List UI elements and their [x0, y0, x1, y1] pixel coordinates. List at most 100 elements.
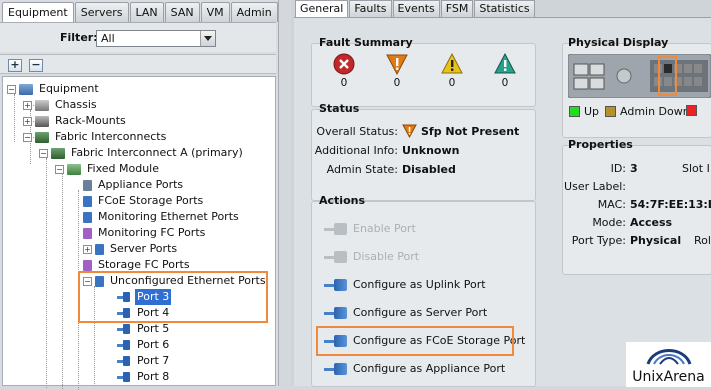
port-icon	[117, 356, 131, 366]
physical-display-title: Physical Display	[568, 36, 669, 49]
port-icon	[324, 362, 350, 375]
tree-node-server-ports[interactable]: + Server Ports	[83, 241, 179, 257]
tree-node-fcoe-storage-ports[interactable]: FCoE Storage Ports	[83, 193, 205, 209]
logo-swirl-icon	[646, 349, 692, 365]
configure-uplink-port-button[interactable]: Configure as Uplink Port	[324, 278, 486, 291]
minor-fault-icon	[441, 53, 463, 74]
expand-toggle-icon[interactable]: +	[23, 100, 32, 110]
tab-servers[interactable]: Servers	[74, 2, 129, 22]
port-group-icon	[83, 259, 92, 271]
tab-general[interactable]: General	[295, 0, 349, 17]
expand-toggle-icon[interactable]: +	[23, 116, 32, 126]
filter-label: Filter:	[60, 31, 98, 44]
mac-label: MAC:	[597, 198, 626, 211]
legend-admin-down: Admin Down	[605, 105, 690, 118]
tree-node-fixed-module[interactable]: − Fixed Module	[55, 161, 161, 177]
tab-admin[interactable]: Admin	[230, 2, 278, 22]
collapse-toggle-icon[interactable]: −	[39, 148, 48, 158]
id-label: ID:	[610, 162, 626, 175]
chevron-down-icon[interactable]	[200, 31, 215, 46]
module-icon	[67, 163, 81, 175]
port-group-icon	[83, 179, 92, 191]
port-icon	[324, 222, 350, 235]
collapse-toggle-icon[interactable]: −	[23, 132, 32, 142]
port-type-value: Physical	[630, 234, 682, 247]
tree-node-port-8[interactable]: Port 8	[117, 369, 171, 385]
switch-faceplate-image	[568, 54, 711, 98]
collapse-toggle-icon[interactable]: −	[7, 84, 16, 94]
enable-port-button[interactable]: Enable Port	[324, 222, 416, 235]
tree-node-port-7[interactable]: Port 7	[117, 353, 171, 369]
disable-port-button[interactable]: Disable Port	[324, 250, 419, 263]
overall-status-value: Sfp Not Present	[421, 125, 520, 138]
highlight-box	[658, 56, 677, 96]
warning-fault-icon	[494, 53, 516, 74]
mac-value: 54:7F:EE:13:EC:	[630, 198, 711, 211]
major-fault-icon	[386, 54, 408, 75]
failed-swatch	[686, 105, 697, 116]
additional-info-value: Unknown	[402, 144, 460, 157]
major-fault-icon	[402, 124, 417, 138]
tree-node-port-5[interactable]: Port 5	[117, 321, 171, 337]
unixarena-logo: UnixArena	[626, 342, 711, 387]
collapse-toggle-icon[interactable]: −	[55, 164, 64, 174]
tree-node-appliance-ports[interactable]: Appliance Ports	[83, 177, 185, 193]
mode-value: Access	[630, 216, 673, 229]
user-label-label: User Label:	[564, 180, 626, 193]
actions-title: Actions	[319, 194, 365, 207]
tab-vm[interactable]: VM	[200, 2, 230, 22]
filter-select[interactable]: All	[96, 30, 216, 47]
expand-toggle-icon[interactable]: +	[83, 244, 92, 254]
port-icon	[117, 324, 131, 334]
port-group-icon	[83, 227, 92, 239]
port-group-icon	[83, 195, 92, 207]
tree-node-monitoring-ethernet-ports[interactable]: Monitoring Ethernet Ports	[83, 209, 241, 225]
highlight-box	[316, 326, 514, 356]
tree-node-chassis[interactable]: + Chassis	[23, 97, 99, 113]
mode-label: Mode:	[592, 216, 626, 229]
configure-appliance-port-button[interactable]: Configure as Appliance Port	[324, 362, 505, 375]
port-group-icon	[95, 243, 104, 255]
tab-equipment[interactable]: Equipment	[2, 2, 74, 22]
fabric-interconnect-icon	[51, 147, 65, 159]
port-group-icon	[83, 211, 92, 223]
general-tab-content: Fault Summary 0 0 0 0 Status Overall Sta…	[294, 17, 711, 387]
configure-server-port-button[interactable]: Configure as Server Port	[324, 306, 487, 319]
critical-fault-count: 0	[340, 77, 348, 89]
collapse-all-button[interactable]: −	[29, 59, 43, 72]
major-fault-count: 0	[393, 77, 401, 89]
expand-all-button[interactable]: +	[8, 59, 22, 72]
tab-statistics[interactable]: Statistics	[474, 0, 535, 17]
admin-state-value: Disabled	[402, 163, 456, 176]
tree-node-monitoring-fc-ports[interactable]: Monitoring FC Ports	[83, 225, 207, 241]
status-title: Status	[319, 102, 360, 115]
chassis-icon	[35, 99, 49, 111]
port-icon	[117, 372, 131, 382]
slot-id-label: Slot I	[682, 162, 710, 175]
port-icon	[324, 306, 350, 319]
tab-events[interactable]: Events	[392, 0, 440, 17]
detail-tab-bar: General Faults Events FSM Statistics	[295, 0, 535, 17]
admin-state-label: Admin State:	[326, 163, 398, 176]
port-icon	[324, 250, 350, 263]
tree-node-equipment[interactable]: − Equipment	[7, 81, 101, 97]
tab-faults[interactable]: Faults	[349, 0, 392, 17]
port-icon	[324, 278, 350, 291]
left-navigation-pane: Equipment Servers LAN SAN VM Admin Filte…	[0, 0, 279, 390]
filter-row: Filter: All	[0, 22, 276, 52]
legend-failed	[686, 105, 701, 116]
highlight-box	[78, 271, 268, 323]
left-tab-bar: Equipment Servers LAN SAN VM Admin	[2, 2, 278, 22]
tree-node-fabric-interconnects[interactable]: − Fabric Interconnects	[23, 129, 168, 145]
tree-node-port-6[interactable]: Port 6	[117, 337, 171, 353]
tab-lan[interactable]: LAN	[129, 2, 164, 22]
warning-fault-count: 0	[501, 77, 509, 89]
tab-fsm[interactable]: FSM	[440, 0, 474, 17]
minor-fault-count: 0	[448, 77, 456, 89]
tree-node-rack-mounts[interactable]: + Rack-Mounts	[23, 113, 128, 129]
tree-node-fabric-interconnect-a[interactable]: − Fabric Interconnect A (primary)	[39, 145, 245, 161]
legend-up: Up	[569, 105, 599, 118]
id-value: 3	[630, 162, 638, 175]
role-label: Rol	[694, 234, 711, 247]
tab-san[interactable]: SAN	[164, 2, 200, 22]
